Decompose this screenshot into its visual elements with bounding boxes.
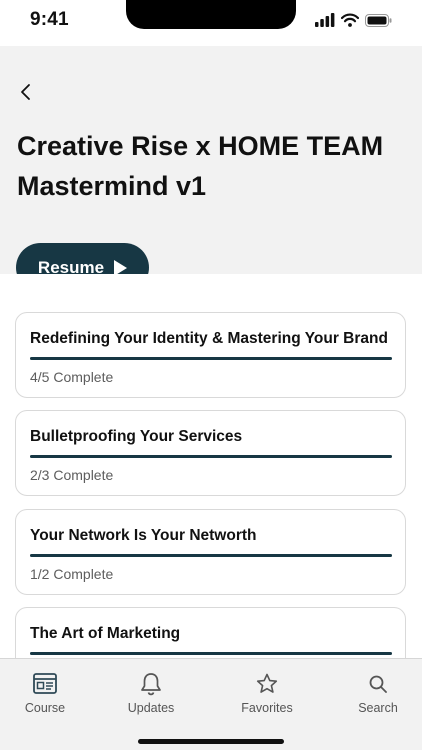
progress-fill bbox=[30, 455, 392, 458]
module-progress-bar bbox=[30, 455, 392, 458]
tab-label: Search bbox=[358, 701, 398, 715]
home-indicator bbox=[138, 739, 284, 744]
module-progress-bar bbox=[30, 554, 392, 557]
back-button[interactable] bbox=[14, 80, 38, 104]
tab-label: Course bbox=[24, 701, 66, 715]
chevron-left-icon bbox=[21, 84, 30, 100]
tab-search[interactable]: Search bbox=[333, 671, 422, 715]
module-card[interactable]: Redefining Your Identity & Mastering You… bbox=[15, 312, 406, 398]
star-icon bbox=[254, 671, 280, 697]
status-time: 9:41 bbox=[30, 9, 69, 30]
tab-bar: Course Updates Favorites Search bbox=[0, 658, 422, 750]
module-progress-text: 2/3 Complete bbox=[30, 467, 114, 483]
module-progress-bar bbox=[30, 652, 392, 655]
module-progress-bar bbox=[30, 357, 392, 360]
status-bar: 9:41 bbox=[0, 0, 422, 46]
status-icons bbox=[315, 13, 392, 32]
module-list[interactable]: Redefining Your Identity & Mastering You… bbox=[0, 274, 422, 658]
module-title: The Art of Marketing bbox=[30, 625, 181, 642]
tab-label: Favorites bbox=[241, 701, 293, 715]
module-card[interactable]: Bulletproofing Your Services 2/3 Complet… bbox=[15, 410, 406, 496]
search-icon bbox=[365, 671, 391, 697]
module-card[interactable]: Your Network Is Your Networth 1/2 Comple… bbox=[15, 509, 406, 595]
progress-fill bbox=[30, 652, 392, 655]
wifi-icon bbox=[340, 13, 360, 32]
progress-fill bbox=[30, 554, 392, 557]
tab-course[interactable]: Course bbox=[0, 671, 90, 715]
bell-icon bbox=[138, 671, 164, 697]
course-icon bbox=[32, 671, 58, 697]
module-card[interactable]: The Art of Marketing bbox=[15, 607, 406, 658]
device-notch bbox=[126, 0, 296, 29]
module-title: Bulletproofing Your Services bbox=[30, 428, 243, 445]
page-title: Creative Rise x HOME TEAM Mastermind v1 bbox=[17, 131, 384, 201]
tab-label: Updates bbox=[127, 701, 175, 715]
module-title: Your Network Is Your Networth bbox=[30, 527, 257, 544]
tab-favorites[interactable]: Favorites bbox=[222, 671, 312, 715]
battery-icon bbox=[365, 13, 392, 32]
progress-fill bbox=[30, 357, 392, 360]
tab-updates[interactable]: Updates bbox=[106, 671, 196, 715]
cellular-signal-icon bbox=[315, 13, 335, 32]
module-progress-text: 4/5 Complete bbox=[30, 369, 114, 385]
module-progress-text: 1/2 Complete bbox=[30, 566, 114, 582]
course-header: Creative Rise x HOME TEAM Mastermind v1 … bbox=[0, 46, 422, 292]
module-title: Redefining Your Identity & Mastering You… bbox=[30, 330, 388, 347]
